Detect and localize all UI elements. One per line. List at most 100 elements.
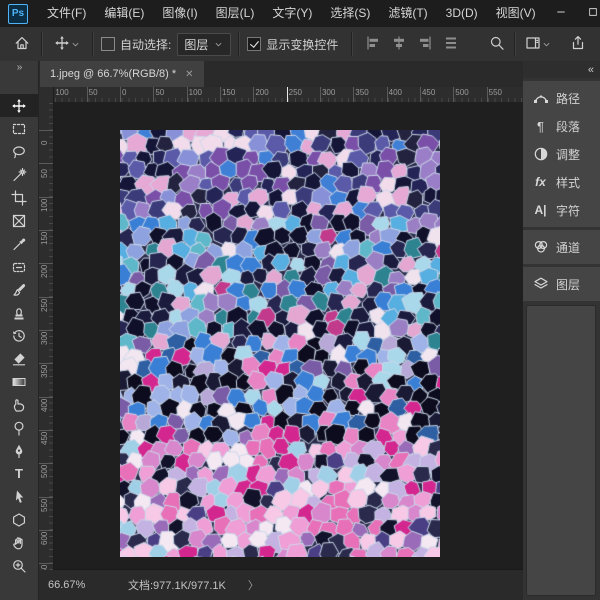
eyedropper-tool[interactable] xyxy=(0,232,38,255)
ruler-label: 150 xyxy=(222,88,235,97)
menu-item-9[interactable]: 视图(V) xyxy=(487,0,545,27)
ruler-label: 150 xyxy=(40,232,49,245)
tab-close-icon[interactable]: ✕ xyxy=(185,69,193,80)
history-brush-icon xyxy=(11,328,27,344)
brush-icon xyxy=(11,282,27,298)
marquee-icon xyxy=(11,121,27,137)
menu-item-7[interactable]: 滤镜(T) xyxy=(379,0,436,27)
panel-tab-label: 样式 xyxy=(556,174,580,191)
pen-tool[interactable] xyxy=(0,439,38,462)
dodge-tool[interactable] xyxy=(0,416,38,439)
horizontal-ruler[interactable]: 10050050100150200250300350400450500550 xyxy=(53,87,523,103)
ruler-label: 250 xyxy=(40,298,49,311)
panel-tab-styles[interactable]: fx 样式 xyxy=(523,168,600,196)
brush-tool[interactable] xyxy=(0,278,38,301)
ruler-label: 300 xyxy=(322,88,335,97)
gradient-tool[interactable] xyxy=(0,370,38,393)
panel-tab-character[interactable]: A|字符 xyxy=(523,196,600,224)
magic-wand-tool[interactable] xyxy=(0,163,38,186)
ruler-label: 100 xyxy=(55,88,68,97)
panel-dock: « 路径¶段落调整 fx 样式 A|字符通道图层 xyxy=(523,61,600,600)
path-select-tool[interactable] xyxy=(0,485,38,508)
marquee-tool[interactable] xyxy=(0,117,38,140)
ruler-label: 400 xyxy=(389,88,402,97)
crop-tool[interactable] xyxy=(0,186,38,209)
pen-icon xyxy=(11,443,27,459)
menu-bar: Ps 文件(F)编辑(E)图像(I)图层(L)文字(Y)选择(S)滤镜(T)3D… xyxy=(0,0,600,27)
eraser-icon xyxy=(11,351,27,367)
distribute-icon[interactable] xyxy=(438,35,464,54)
document-tab[interactable]: 1.jpeg @ 66.7%(RGB/8) * ✕ xyxy=(40,61,204,87)
move-tool[interactable] xyxy=(0,94,38,117)
ruler-label: 250 xyxy=(289,88,302,97)
auto-select-checkbox[interactable] xyxy=(101,37,115,51)
type-tool[interactable]: T xyxy=(0,462,38,485)
panel-tab-adjustments[interactable]: 调整 xyxy=(523,140,600,168)
menu-item-1[interactable]: 文件(F) xyxy=(38,0,95,27)
workspace-button[interactable] xyxy=(521,35,556,54)
maximize-button[interactable] xyxy=(577,0,600,27)
healing-patch-tool[interactable] xyxy=(0,255,38,278)
menu-item-8[interactable]: 3D(D) xyxy=(437,0,487,27)
share-icon xyxy=(570,35,586,54)
zoom-tool[interactable] xyxy=(0,554,38,577)
align-tools xyxy=(360,35,464,54)
menu-item-2[interactable]: 编辑(E) xyxy=(95,0,153,27)
magic-wand-icon xyxy=(11,167,27,183)
auto-select-label: 自动选择: xyxy=(120,36,171,53)
status-flyout-arrow[interactable]: 〉 xyxy=(248,577,259,593)
status-bar: 66.67% 文档:977.1K/977.1K 〉 xyxy=(38,569,523,600)
menu-item-4[interactable]: 图层(L) xyxy=(207,0,264,27)
hand-icon xyxy=(11,535,27,551)
clone-stamp-tool[interactable] xyxy=(0,301,38,324)
tool-list: T xyxy=(0,94,38,577)
panel-tab-pen-path[interactable]: 路径 xyxy=(523,84,600,112)
frame-tool[interactable] xyxy=(0,209,38,232)
dock-header: « xyxy=(523,61,600,78)
photoshop-window: Ps 文件(F)编辑(E)图像(I)图层(L)文字(Y)选择(S)滤镜(T)3D… xyxy=(0,0,600,600)
menu-item-6[interactable]: 选择(S) xyxy=(321,0,379,27)
ruler-label: 550 xyxy=(40,498,49,511)
vertical-ruler[interactable]: 050100150200250300350400450500550600650 xyxy=(38,102,54,570)
toolbar-collapse-button[interactable]: » xyxy=(0,61,38,76)
menu-item-3[interactable]: 图像(I) xyxy=(153,0,206,27)
align-right-icon[interactable] xyxy=(412,35,438,54)
share-button[interactable] xyxy=(566,35,590,54)
ruler-label: 200 xyxy=(255,88,268,97)
current-tool-button[interactable] xyxy=(50,35,85,54)
panel-tab-label: 通道 xyxy=(556,239,580,256)
ruler-label: 550 xyxy=(489,88,502,97)
ruler-label: 300 xyxy=(40,332,49,345)
shape-tool[interactable] xyxy=(0,508,38,531)
align-left-icon[interactable] xyxy=(360,35,386,54)
paragraph-icon: ¶ xyxy=(532,118,549,135)
type-icon: T xyxy=(15,467,23,480)
ruler-label: 450 xyxy=(40,432,49,445)
panel-tab-channels[interactable]: 通道 xyxy=(523,233,600,261)
eraser-tool[interactable] xyxy=(0,347,38,370)
panel-tab-layers[interactable]: 图层 xyxy=(523,270,600,298)
ruler-label: 600 xyxy=(40,532,49,545)
dock-group: 路径¶段落调整 fx 样式 A|字符 xyxy=(523,81,600,227)
photoshop-logo[interactable]: Ps xyxy=(8,4,28,24)
healing-patch-icon xyxy=(11,259,27,275)
shape-icon xyxy=(11,512,27,528)
minimize-button[interactable] xyxy=(545,0,577,27)
align-center-h-icon[interactable] xyxy=(386,35,412,54)
styles-icon: fx xyxy=(532,174,549,191)
document-canvas[interactable] xyxy=(120,130,440,557)
auto-select-target-dropdown[interactable]: 图层 xyxy=(177,33,231,56)
menu-items: 文件(F)编辑(E)图像(I)图层(L)文字(Y)选择(S)滤镜(T)3D(D)… xyxy=(38,0,545,27)
home-button[interactable] xyxy=(10,35,34,54)
lasso-tool[interactable] xyxy=(0,140,38,163)
panel-tab-paragraph[interactable]: ¶段落 xyxy=(523,112,600,140)
zoom-level-field[interactable]: 66.67% xyxy=(48,579,100,591)
show-transform-checkbox[interactable] xyxy=(247,37,261,51)
smudge-tool[interactable] xyxy=(0,393,38,416)
character-icon: A| xyxy=(532,202,549,219)
dock-collapse-icon[interactable]: « xyxy=(588,64,593,76)
menu-item-5[interactable]: 文字(Y) xyxy=(263,0,321,27)
history-brush-tool[interactable] xyxy=(0,324,38,347)
search-button[interactable] xyxy=(485,35,509,54)
hand-tool[interactable] xyxy=(0,531,38,554)
